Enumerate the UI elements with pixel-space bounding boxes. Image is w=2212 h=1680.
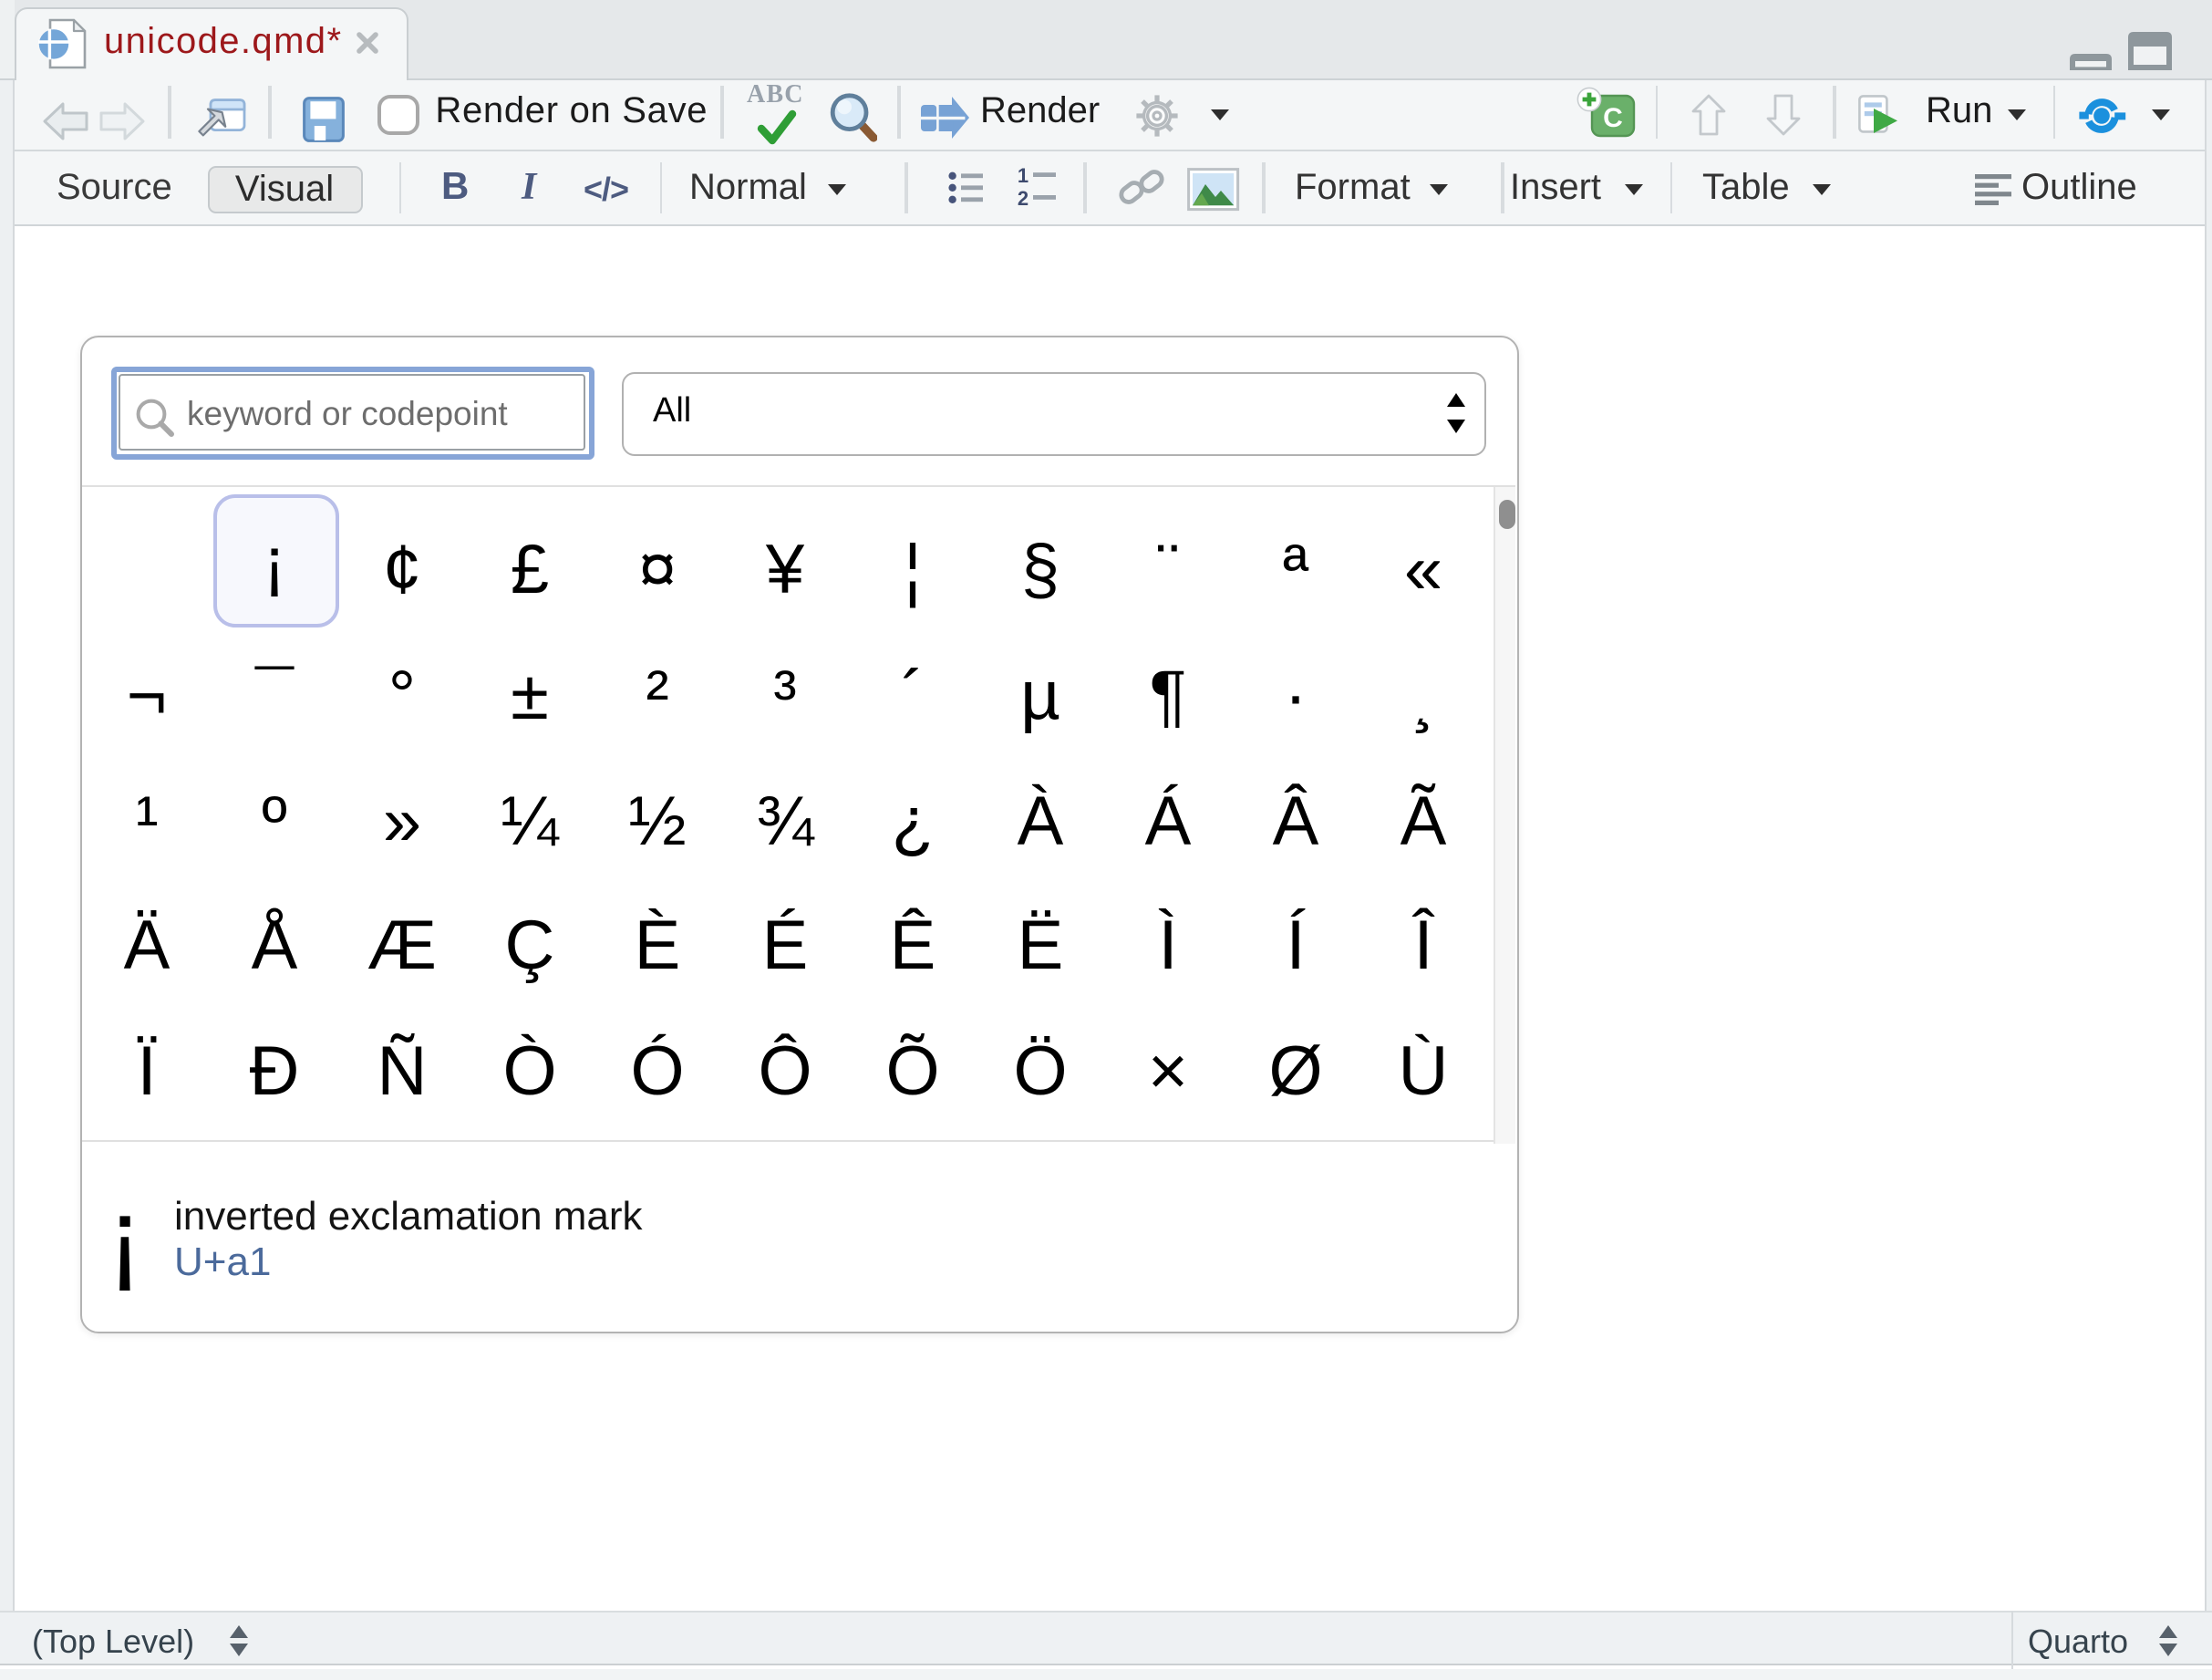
svg-text:C: C: [1603, 103, 1623, 133]
svg-text:2: 2: [1018, 187, 1028, 208]
svg-text:1: 1: [1018, 166, 1028, 187]
